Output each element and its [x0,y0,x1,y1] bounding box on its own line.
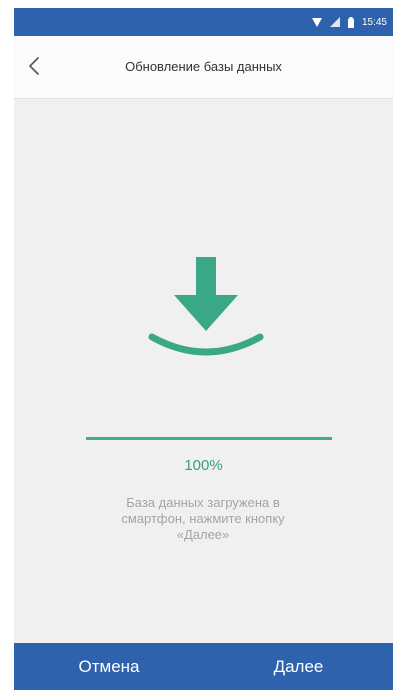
battery-icon [347,16,354,28]
page-title: Обновление базы данных [125,59,282,74]
app-bar: Обновление базы данных [14,36,393,99]
status-icons: 15:45 [311,14,387,30]
progress-percent: 100% [184,457,223,474]
status-message: База данных загружена в смартфон, нажмит… [121,495,285,542]
cancel-button[interactable]: Отмена [14,643,204,690]
progress-bar [86,437,332,440]
wifi-icon [311,17,322,27]
bottom-action-bar: Отмена Далее [14,643,393,690]
signal-icon [329,17,340,27]
download-icon [144,257,268,367]
app-screen: 15:45 Обновление базы данных 100% База д… [14,8,393,690]
progress-fill [86,437,332,440]
status-time: 15:45 [361,16,387,28]
main-content: 100% База данных загружена в смартфон, н… [14,99,393,643]
next-button[interactable]: Далее [204,643,393,690]
status-bar: 15:45 [14,8,393,36]
